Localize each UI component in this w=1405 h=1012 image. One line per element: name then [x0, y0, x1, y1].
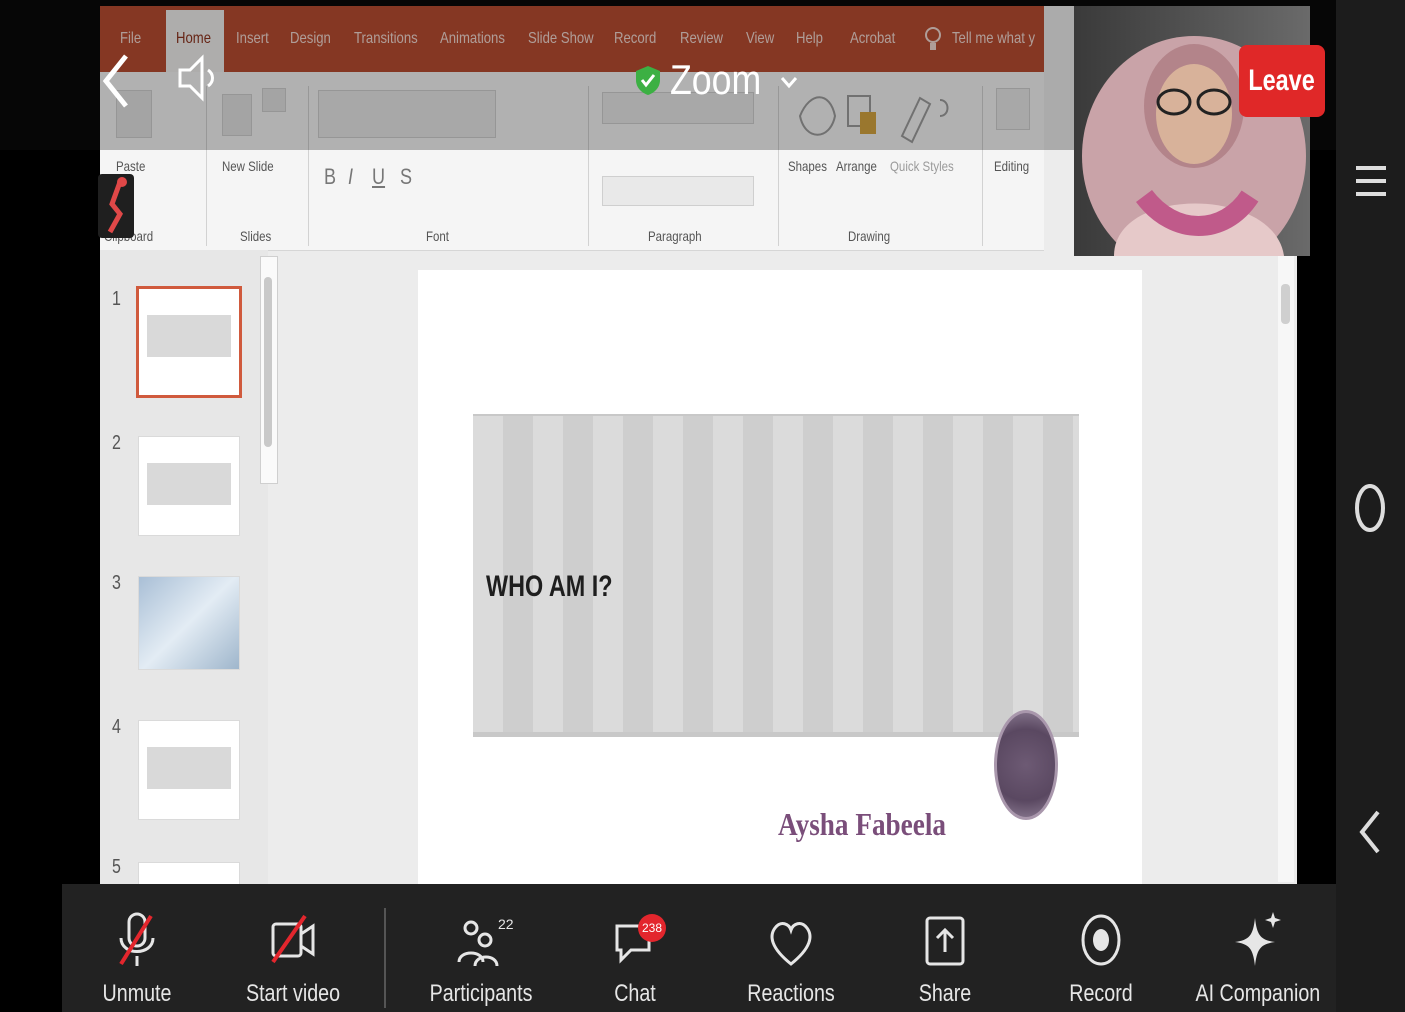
- participants-button[interactable]: 22 Participants: [406, 884, 556, 1012]
- left-margin: [0, 0, 100, 1012]
- leave-label: Leave: [1248, 64, 1316, 97]
- slide-scrollbar[interactable]: [1278, 256, 1294, 882]
- record-icon: [1081, 914, 1121, 966]
- arrange-label[interactable]: Arrange: [836, 158, 877, 174]
- reactions-button[interactable]: Reactions: [716, 884, 866, 1012]
- slide-thumbnail-5[interactable]: [138, 862, 240, 884]
- record-label: Record: [1069, 980, 1133, 1007]
- shield-check-icon: [636, 66, 660, 95]
- participants-count: 22: [498, 916, 514, 932]
- home-icon[interactable]: [1352, 480, 1388, 536]
- slide-thumbnail-2[interactable]: [138, 436, 240, 536]
- running-person-icon: [107, 177, 127, 234]
- bold-button[interactable]: B: [324, 164, 336, 190]
- editing-label[interactable]: Editing: [994, 158, 1029, 174]
- share-label: Share: [918, 980, 972, 1007]
- slide-number: 1: [112, 288, 121, 310]
- chat-button[interactable]: 238 Chat: [560, 884, 710, 1012]
- new-slide-label[interactable]: New Slide: [222, 158, 274, 174]
- presenter-name: Aysha Fabeela: [778, 806, 946, 842]
- speaker-icon[interactable]: [176, 52, 224, 104]
- slide-rule: [473, 732, 1079, 737]
- group-font-label: Font: [426, 228, 449, 244]
- quick-styles-label[interactable]: Quick Styles: [890, 158, 954, 174]
- group-slides-label: Slides: [240, 228, 272, 244]
- controls-divider: [384, 908, 386, 1008]
- slide-thumbnail-3[interactable]: [138, 576, 240, 670]
- current-slide: WHO AM I? Aysha Fabeela: [418, 270, 1142, 884]
- share-screen-icon: [925, 916, 965, 966]
- slide-number: 4: [112, 716, 121, 738]
- leave-button[interactable]: Leave: [1239, 45, 1325, 117]
- android-nav-bar: [1336, 0, 1405, 1012]
- back-nav-icon[interactable]: [1356, 808, 1384, 856]
- slide-title: WHO AM I?: [486, 570, 613, 603]
- chevron-left-icon: [102, 54, 128, 108]
- participants-label: Participants: [429, 980, 533, 1007]
- chat-label: Chat: [614, 980, 656, 1007]
- slide-number: 3: [112, 572, 121, 594]
- sparkle-icon: [1235, 912, 1281, 966]
- heart-icon: [770, 922, 812, 966]
- menu-icon[interactable]: [1354, 162, 1388, 200]
- meeting-title: Zoom: [670, 56, 762, 103]
- start-video-button[interactable]: Start video: [218, 884, 368, 1012]
- slide-number: 5: [112, 856, 121, 878]
- italic-button[interactable]: I: [348, 164, 353, 190]
- video-off-icon: [271, 914, 315, 964]
- record-button[interactable]: Record: [1026, 884, 1176, 1012]
- participant-video[interactable]: [1074, 6, 1310, 256]
- group-paragraph-label: Paragraph: [648, 228, 702, 244]
- alignment-group[interactable]: [602, 176, 754, 206]
- unmute-label: Unmute: [102, 980, 172, 1007]
- chat-badge: 238: [638, 914, 666, 942]
- seal-logo: [994, 710, 1058, 820]
- paste-label[interactable]: Paste: [116, 158, 145, 174]
- group-drawing-label: Drawing: [848, 228, 891, 244]
- underline-button[interactable]: U: [372, 164, 385, 190]
- mic-muted-icon: [119, 912, 155, 966]
- slide-thumbnail-1[interactable]: [136, 286, 242, 398]
- slide-number: 2: [112, 432, 121, 454]
- share-button[interactable]: Share: [870, 884, 1020, 1012]
- ai-companion-button[interactable]: AI Companion: [1182, 884, 1332, 1012]
- slide-thumbnail-4[interactable]: [138, 720, 240, 820]
- participant-avatar: [1074, 6, 1310, 256]
- chevron-down-icon: [780, 77, 798, 89]
- recording-indicator: [98, 174, 134, 238]
- shapes-label[interactable]: Shapes: [788, 158, 827, 174]
- strikethrough-button[interactable]: S: [400, 164, 412, 190]
- thumbnail-scrollbar[interactable]: [260, 256, 278, 484]
- slide-thumbnail-panel: 1 2 3 4 5: [100, 250, 268, 884]
- reactions-label: Reactions: [747, 980, 835, 1007]
- ai-companion-label: AI Companion: [1195, 980, 1321, 1007]
- start-video-label: Start video: [245, 980, 341, 1007]
- back-button[interactable]: [96, 46, 136, 116]
- meeting-controls: Unmute Start video 22 Participants 238 C…: [62, 884, 1336, 1012]
- unmute-button[interactable]: Unmute: [62, 884, 212, 1012]
